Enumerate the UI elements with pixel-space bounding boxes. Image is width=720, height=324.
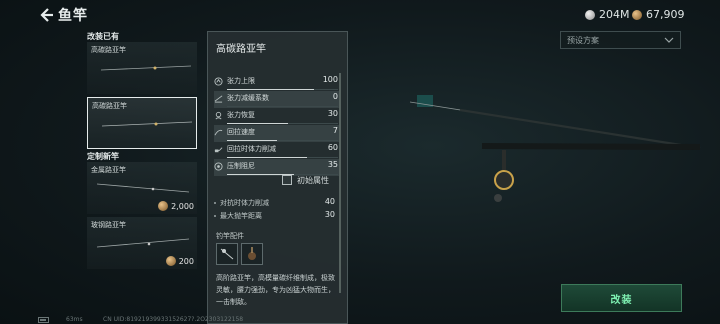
rod-thumbnail-icon (100, 65, 192, 71)
stat-label: 压制阻尼 (227, 162, 255, 170)
extra-stat-label: 对抗时体力削减 (220, 199, 269, 207)
owned-section-title: 改装已有 (87, 32, 119, 41)
install-button[interactable]: 改装 (561, 284, 682, 312)
gold-coin-icon (632, 9, 642, 20)
stat-value: 60 (327, 143, 338, 152)
price-value: 2,000 (171, 201, 194, 211)
preset-scheme-select[interactable]: 预设方案 (560, 31, 681, 49)
stat-value: 100 (322, 75, 338, 84)
silver-currency: 204M (585, 8, 630, 21)
craft-rod-card[interactable]: 金属路亚竿 2,000 (87, 162, 197, 214)
craft-price: 200 (165, 256, 194, 266)
craft-section-title: 定制新竿 (87, 152, 119, 161)
craft-rod-card[interactable]: 玻钢路亚竿 200 (87, 217, 197, 269)
fishing-line-icon (220, 248, 234, 260)
gold-currency: 67,909 (632, 8, 685, 21)
stat-label: 回拉速度 (227, 128, 255, 136)
owned-rod-card-selected[interactable]: 高碳路亚竿 (87, 97, 197, 149)
stat-value: 30 (327, 109, 338, 118)
extra-stat-label: 最大抛竿距离 (220, 212, 262, 220)
initial-attribute-label: 初始属性 (297, 176, 329, 185)
battery-icon (38, 317, 49, 323)
extra-stat-value: 30 (324, 210, 335, 219)
stat-value: 7 (332, 126, 338, 135)
initial-attribute-checkbox[interactable] (282, 175, 292, 185)
owned-rod-card[interactable]: 高碳路亚竿 (87, 42, 197, 94)
craft-price: 2,000 (158, 201, 194, 211)
stat-bar (227, 122, 338, 124)
silver-coin-icon (585, 9, 595, 20)
tension-recover-icon (215, 111, 222, 120)
tension-reduce-icon (214, 95, 223, 103)
damping-icon (214, 162, 223, 171)
stat-bar (227, 105, 338, 107)
back-arrow-icon[interactable] (38, 7, 54, 23)
rod-handle (481, 143, 701, 150)
preset-scheme-label: 预设方案 (567, 36, 599, 45)
part-slot-reel[interactable] (241, 243, 263, 265)
stat-label: 张力恢复 (227, 111, 255, 119)
stat-bar (227, 139, 338, 141)
rod-blank (459, 108, 701, 150)
silver-amount: 204M (599, 8, 630, 21)
stat-bar (227, 156, 338, 158)
uid-readout: CN UID:81921939933152627?.2O2303122158 (103, 316, 244, 323)
stat-row: 回拉速度 7 (214, 125, 340, 142)
pull-speed-icon (214, 129, 223, 136)
gold-coin-icon (158, 201, 169, 211)
stat-bar (227, 88, 338, 90)
parts-label: 钓竿配件 (216, 232, 244, 240)
scrollbar[interactable] (339, 73, 341, 293)
stat-label: 张力减缓系数 (227, 94, 269, 102)
reel-icon (494, 170, 514, 190)
bullet-icon (214, 215, 216, 217)
gold-amount: 67,909 (646, 8, 685, 21)
bullet-icon (214, 202, 216, 204)
stat-row: 压制阻尼 35 (214, 159, 340, 176)
pull-stamina-icon (214, 147, 223, 153)
extra-stat-value: 40 (324, 197, 335, 206)
rod-detail-panel: 高碳路亚竿 张力上限 100 张力减缓系数 0 张力恢复 30 回拉速度 7 回… (207, 31, 348, 324)
stat-label: 回拉时体力削减 (227, 145, 276, 153)
latency-readout: 63ms (66, 316, 83, 323)
stat-row: 张力恢复 30 (214, 108, 340, 125)
part-slot-line[interactable] (216, 243, 238, 265)
stat-value: 35 (327, 160, 338, 169)
chevron-down-icon (664, 37, 674, 43)
page-title: 鱼竿 (58, 8, 88, 24)
gold-coin-icon (165, 256, 176, 266)
stat-row: 回拉时体力削减 60 (214, 142, 340, 159)
rod-preview-image (409, 95, 701, 202)
stat-row: 张力减缓系数 0 (214, 91, 340, 108)
reel-icon (248, 247, 256, 260)
rod-thumbnail-icon (101, 121, 193, 127)
rod-detail-title: 高碳路亚竿 (216, 44, 266, 55)
tension-icon (214, 77, 223, 86)
stat-value: 0 (332, 92, 338, 101)
stat-row: 张力上限 100 (214, 74, 340, 91)
rod-description: 高阶路亚竿，高模量碳纤维制成，极致灵敏，腰力强劲，专为凶猛大物而生，一击制敌。 (216, 274, 335, 306)
install-label: 改装 (610, 294, 633, 306)
price-value: 200 (178, 256, 194, 266)
stat-list: 张力上限 100 张力减缓系数 0 张力恢复 30 回拉速度 7 回拉时体力削减… (214, 74, 340, 176)
stat-label: 张力上限 (227, 77, 255, 85)
